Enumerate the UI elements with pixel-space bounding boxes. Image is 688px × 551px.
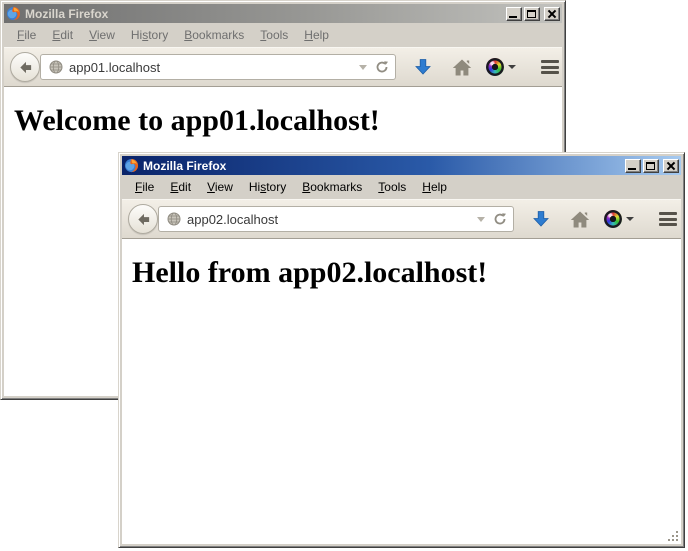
color-wheel-icon [486, 58, 504, 76]
app-menu-button[interactable] [541, 56, 559, 78]
menu-edit[interactable]: Edit [162, 177, 199, 197]
chevron-down-icon [508, 65, 516, 69]
close-button[interactable] [544, 7, 560, 21]
downloads-icon[interactable] [532, 210, 550, 228]
home-icon[interactable] [452, 58, 472, 77]
home-icon[interactable] [570, 210, 590, 229]
url-dropdown-icon[interactable] [477, 217, 485, 222]
navigation-toolbar [4, 47, 562, 87]
page-heading: Hello from app02.localhost! [132, 256, 681, 290]
navigation-toolbar [122, 199, 681, 239]
addon-color-wheel-button[interactable] [604, 210, 634, 228]
menu-bar: File Edit View History Bookmarks Tools H… [122, 175, 681, 199]
page-heading: Welcome to app01.localhost! [14, 104, 562, 138]
desktop: Mozilla Firefox File Edit View History B… [0, 0, 688, 551]
menu-view[interactable]: View [199, 177, 241, 197]
url-bar[interactable] [40, 54, 396, 80]
window-title: Mozilla Firefox [143, 159, 623, 173]
menu-history[interactable]: History [123, 25, 176, 45]
maximize-button[interactable] [524, 7, 540, 21]
titlebar[interactable]: Mozilla Firefox [122, 156, 681, 175]
site-identity-globe-icon[interactable] [167, 212, 181, 226]
url-dropdown-icon[interactable] [359, 65, 367, 70]
firefox-window-app02: Mozilla Firefox File Edit View History B… [118, 152, 685, 548]
addon-color-wheel-button[interactable] [486, 58, 516, 76]
site-identity-globe-icon[interactable] [49, 60, 63, 74]
back-button[interactable] [128, 204, 158, 234]
color-wheel-icon [604, 210, 622, 228]
downloads-icon[interactable] [414, 58, 432, 76]
menu-bookmarks[interactable]: Bookmarks [294, 177, 370, 197]
url-input[interactable] [69, 55, 355, 79]
menu-view[interactable]: View [81, 25, 123, 45]
url-bar[interactable] [158, 206, 514, 232]
firefox-logo-icon [6, 6, 21, 21]
menu-help[interactable]: Help [414, 177, 455, 197]
menu-edit[interactable]: Edit [44, 25, 81, 45]
firefox-logo-icon [124, 158, 139, 173]
menu-bar: File Edit View History Bookmarks Tools H… [4, 23, 562, 47]
minimize-button[interactable] [506, 7, 522, 21]
page-content: Hello from app02.localhost! [122, 239, 681, 544]
back-button[interactable] [10, 52, 40, 82]
titlebar[interactable]: Mozilla Firefox [4, 4, 562, 23]
app-menu-button[interactable] [659, 208, 677, 230]
close-button[interactable] [663, 159, 679, 173]
menu-help[interactable]: Help [296, 25, 337, 45]
menu-bookmarks[interactable]: Bookmarks [176, 25, 252, 45]
menu-file[interactable]: File [127, 177, 162, 197]
reload-icon[interactable] [493, 212, 507, 226]
resize-grip-icon[interactable] [667, 530, 680, 543]
chevron-down-icon [626, 217, 634, 221]
minimize-button[interactable] [625, 159, 641, 173]
menu-history[interactable]: History [241, 177, 294, 197]
menu-tools[interactable]: Tools [370, 177, 414, 197]
menu-tools[interactable]: Tools [252, 25, 296, 45]
back-arrow-icon [18, 60, 33, 75]
reload-icon[interactable] [375, 60, 389, 74]
window-title: Mozilla Firefox [25, 7, 504, 21]
url-input[interactable] [187, 207, 473, 231]
back-arrow-icon [136, 212, 151, 227]
maximize-button[interactable] [643, 159, 659, 173]
menu-file[interactable]: File [9, 25, 44, 45]
